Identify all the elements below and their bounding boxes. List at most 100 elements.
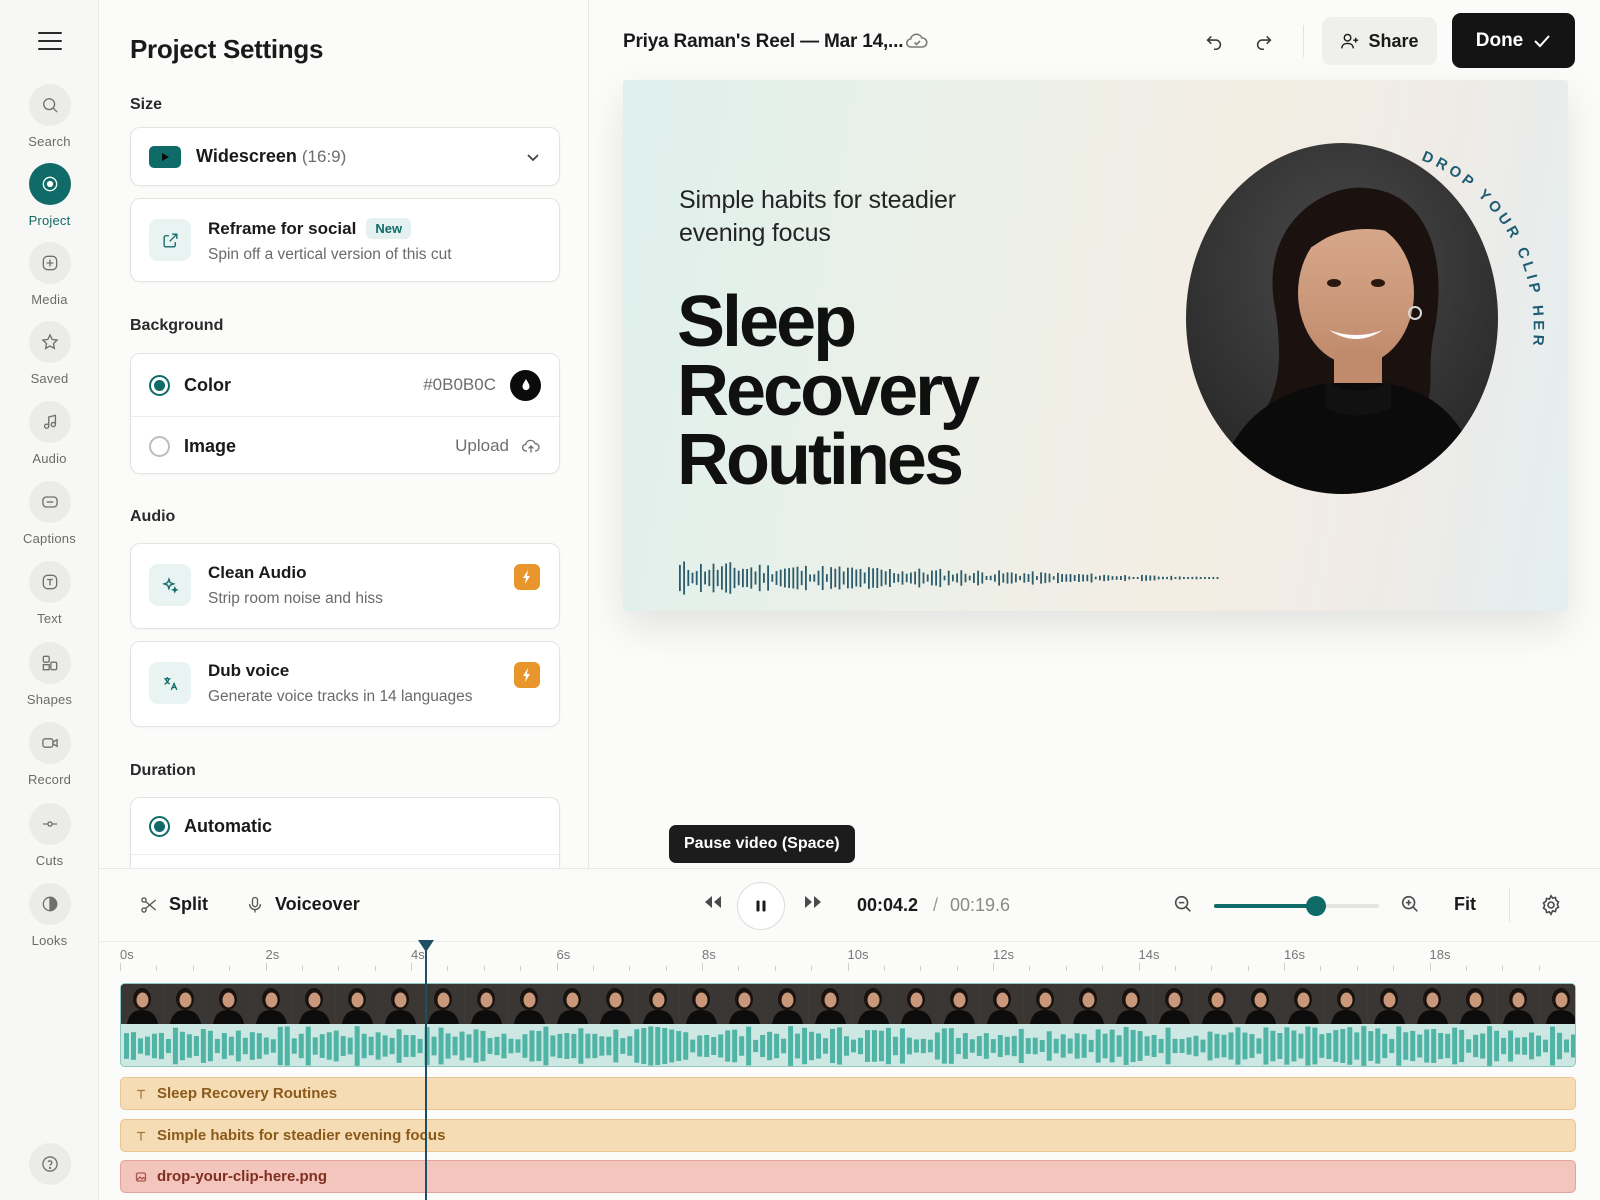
- canvas-subtitle[interactable]: Simple habits for steadier evening focus: [679, 184, 999, 250]
- audio-bar: [1508, 1030, 1514, 1062]
- clean-audio-card[interactable]: Clean Audio Strip room noise and hiss: [130, 543, 560, 629]
- text-track-subtitle[interactable]: Simple habits for steadier evening focus: [120, 1119, 1576, 1152]
- video-thumbnail: [250, 984, 293, 1024]
- dub-voice-card[interactable]: Dub voice Generate voice tracks in 14 la…: [130, 641, 560, 727]
- undo-icon[interactable]: [1200, 27, 1228, 55]
- rewind-icon[interactable]: [703, 895, 723, 909]
- rail-item-captions[interactable]: Captions: [0, 481, 99, 546]
- audio-bar: [920, 1038, 926, 1054]
- waveform-bar: [1057, 572, 1059, 584]
- rail-item-search[interactable]: Search: [0, 84, 99, 149]
- cloud-upload-icon[interactable]: [521, 437, 541, 455]
- audio-bar: [1088, 1039, 1094, 1053]
- video-thumbnail: [465, 984, 508, 1024]
- audio-bar: [221, 1033, 227, 1059]
- audio-bar: [207, 1030, 213, 1062]
- waveform-bar: [1002, 573, 1005, 583]
- audio-bar: [1312, 1027, 1318, 1065]
- ruler-tick: [192, 966, 194, 971]
- share-button[interactable]: Share: [1322, 17, 1437, 65]
- audio-bar: [130, 1032, 136, 1060]
- color-radio[interactable]: [149, 374, 170, 396]
- audio-bar: [410, 1035, 416, 1057]
- audio-bar: [298, 1033, 304, 1059]
- audio-bar: [1291, 1030, 1297, 1062]
- duration-automatic-option[interactable]: Automatic: [131, 798, 559, 854]
- ruler-tick: [847, 963, 849, 971]
- video-thumbnail: [293, 984, 336, 1024]
- rail-item-cuts[interactable]: Cuts: [0, 803, 99, 868]
- waveform-bar: [1094, 576, 1097, 580]
- zoom-slider[interactable]: [1214, 896, 1379, 916]
- video-thumbnail: [1411, 984, 1454, 1024]
- image-radio[interactable]: [149, 435, 170, 457]
- preview-canvas[interactable]: Simple habits for steadier evening focus…: [623, 80, 1568, 611]
- pause-button[interactable]: [737, 882, 785, 930]
- gear-icon[interactable]: [1539, 893, 1563, 917]
- rail-item-shapes[interactable]: Shapes: [0, 642, 99, 707]
- done-button[interactable]: Done: [1452, 13, 1575, 68]
- video-thumbnail: [981, 984, 1024, 1024]
- voiceover-button[interactable]: Voiceover: [245, 894, 360, 915]
- timeline-ruler[interactable]: 0s 2s 4s 6s 8s 10s 12s 14s 16s 18s: [99, 941, 1600, 971]
- text-icon: [137, 1131, 145, 1140]
- waveform-bar: [754, 571, 757, 585]
- rail-item-record[interactable]: Record: [0, 722, 99, 787]
- audio-bar: [1466, 1039, 1472, 1053]
- help-icon[interactable]: [29, 1143, 71, 1185]
- waveform-bar: [918, 568, 921, 588]
- automatic-radio[interactable]: [149, 815, 170, 837]
- reframe-card[interactable]: Reframe for social New Spin off a vertica…: [130, 198, 560, 282]
- audio-bar: [1200, 1039, 1206, 1053]
- waveform-bar: [1082, 574, 1084, 582]
- rail-item-saved[interactable]: Saved: [0, 321, 99, 386]
- audio-bar: [704, 1034, 710, 1058]
- size-dropdown[interactable]: Widescreen (16:9): [130, 127, 560, 186]
- split-button[interactable]: Split: [139, 894, 208, 915]
- zoom-out-icon[interactable]: [1172, 893, 1194, 915]
- video-track[interactable]: [120, 983, 1576, 1067]
- playhead[interactable]: [424, 940, 427, 1200]
- music-note-icon: [28, 401, 71, 443]
- size-selected-ratio: (16:9): [301, 146, 347, 166]
- rail-item-project[interactable]: Project: [0, 163, 99, 228]
- redo-icon[interactable]: [1250, 27, 1278, 55]
- audio-bar: [529, 1030, 535, 1062]
- waveform-bar: [1191, 576, 1194, 580]
- zoom-slider-knob[interactable]: [1306, 896, 1327, 916]
- waveform-bar: [926, 574, 929, 582]
- background-color-option[interactable]: Color #0B0B0C: [131, 354, 559, 416]
- fast-forward-icon[interactable]: [803, 895, 823, 909]
- audio-bar: [1067, 1038, 1073, 1054]
- rail-item-looks[interactable]: Looks: [0, 883, 99, 948]
- background-image-option[interactable]: Image Upload: [131, 417, 559, 475]
- waveform-bar: [1204, 577, 1206, 579]
- audio-bar: [333, 1030, 339, 1062]
- color-swatch[interactable]: [510, 369, 541, 401]
- voiceover-label: Voiceover: [275, 894, 360, 914]
- fit-button[interactable]: Fit: [1454, 894, 1476, 915]
- image-label: Image: [184, 435, 237, 456]
- rail-item-audio[interactable]: Audio: [0, 401, 99, 466]
- zoom-in-icon[interactable]: [1399, 893, 1421, 915]
- waveform-bar: [1052, 576, 1055, 580]
- audio-bar: [459, 1031, 465, 1061]
- waveform-bar: [1195, 576, 1198, 580]
- waveform-bar: [973, 573, 975, 583]
- project-title[interactable]: Priya Raman's Reel — Mar 14,...: [623, 31, 903, 53]
- audio-bar: [431, 1036, 437, 1056]
- rail-item-label: Looks: [31, 933, 68, 948]
- image-track[interactable]: drop-your-clip-here.png: [120, 1160, 1576, 1193]
- rail-item-text[interactable]: Text: [0, 561, 99, 626]
- waveform-bar: [977, 570, 979, 586]
- text-track-title[interactable]: Sleep Recovery Routines: [120, 1077, 1576, 1110]
- audio-bar: [1382, 1033, 1388, 1059]
- rail-item-media[interactable]: Media: [0, 242, 99, 307]
- canvas-title[interactable]: Sleep Recovery Routines: [677, 286, 980, 496]
- audio-bar: [1326, 1033, 1332, 1059]
- waveform-bar: [931, 570, 933, 586]
- hamburger-menu-icon[interactable]: [37, 30, 63, 52]
- audio-bar: [627, 1036, 633, 1056]
- image-icon: [135, 1171, 147, 1182]
- upload-link[interactable]: Upload: [455, 436, 509, 456]
